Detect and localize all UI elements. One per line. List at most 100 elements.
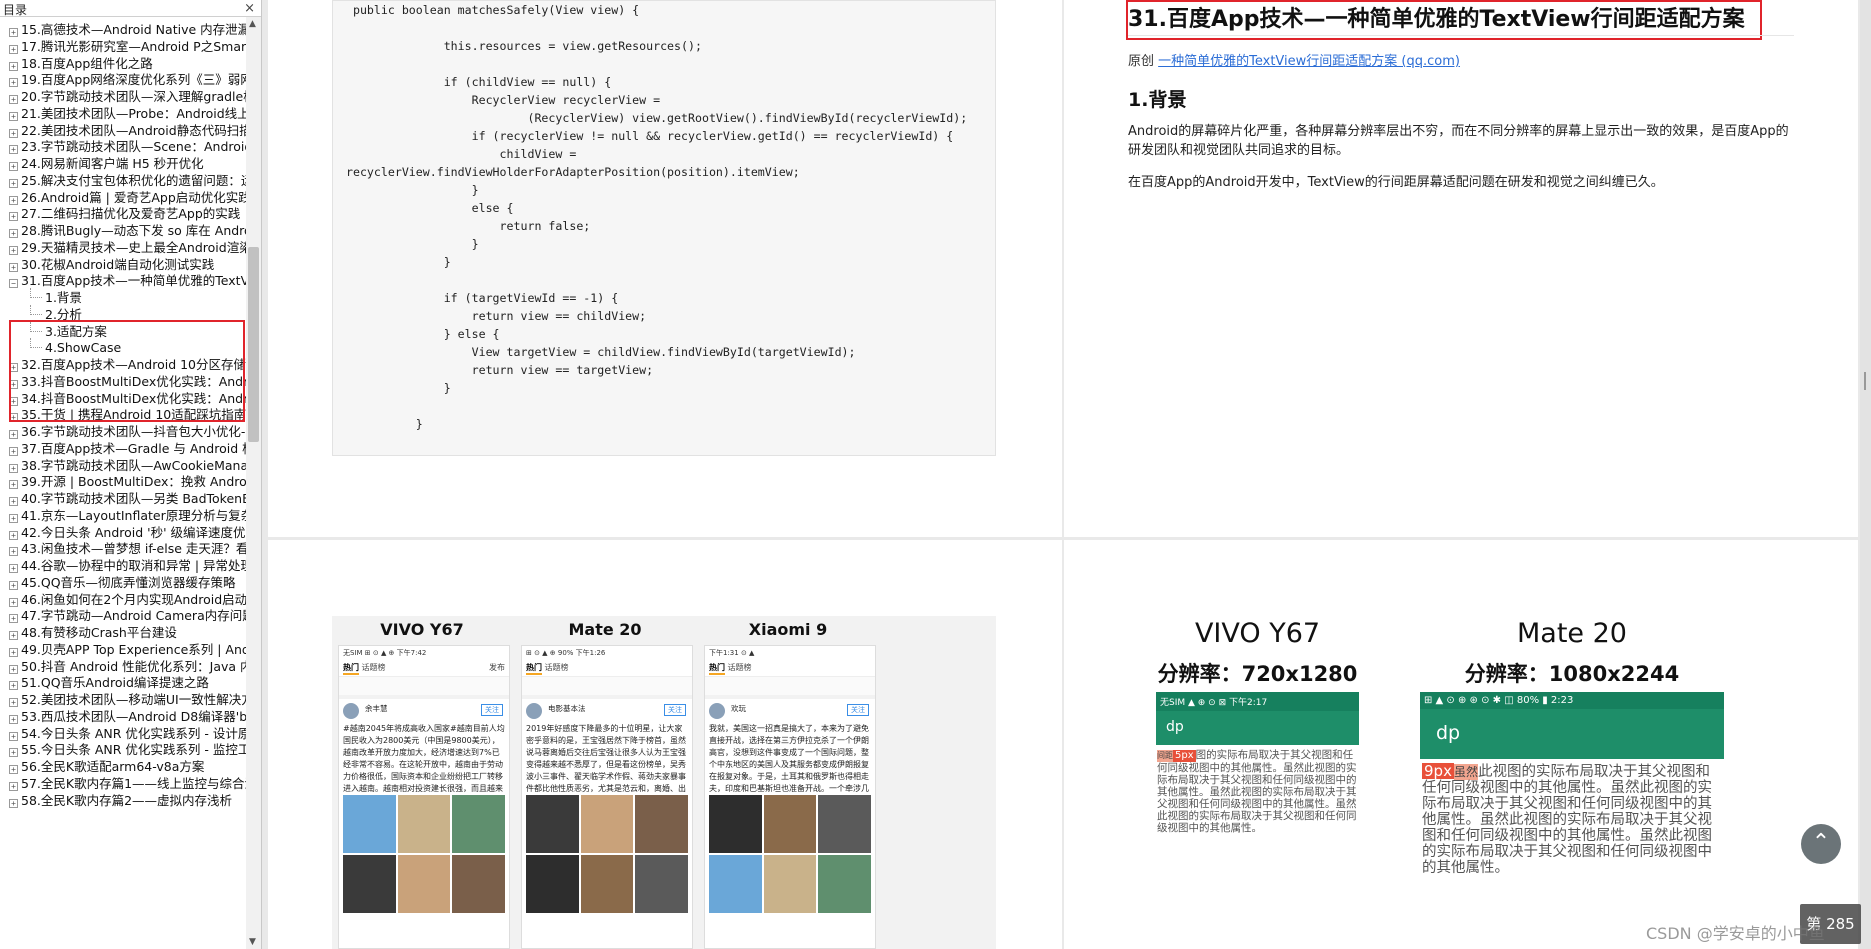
expand-icon[interactable]: + bbox=[9, 530, 18, 540]
original-label: 原创 bbox=[1128, 54, 1159, 69]
toc-item-label: 31.百度App技术—一种简单优雅的TextV bbox=[21, 273, 246, 289]
expand-icon[interactable]: + bbox=[9, 781, 18, 791]
expand-icon[interactable]: − bbox=[9, 279, 18, 289]
code-line: } bbox=[339, 255, 451, 269]
toc-item-label: 41.京东—LayoutInflater原理分析与复杂 bbox=[21, 507, 246, 523]
code-line: } else { bbox=[339, 327, 500, 341]
expand-icon[interactable]: + bbox=[9, 128, 18, 138]
code-line: View targetView = childView.findViewById… bbox=[339, 345, 856, 359]
toc-item-label: 21.美团技术团队—Probe：Android线上 bbox=[21, 105, 246, 121]
expand-icon[interactable]: + bbox=[9, 463, 18, 473]
expand-icon[interactable]: + bbox=[9, 513, 18, 523]
avatar bbox=[709, 703, 725, 719]
phone-action-bar bbox=[705, 677, 875, 699]
expand-icon[interactable]: + bbox=[9, 262, 18, 272]
expand-icon[interactable]: + bbox=[9, 44, 18, 54]
expand-icon[interactable]: + bbox=[9, 446, 18, 456]
expand-icon[interactable]: + bbox=[9, 681, 18, 691]
expand-icon[interactable]: + bbox=[9, 61, 18, 71]
expand-icon[interactable]: + bbox=[9, 212, 18, 222]
phone-tab: 热门 bbox=[343, 663, 359, 675]
expand-icon[interactable]: + bbox=[9, 614, 18, 624]
toc-item-label: 35.干货 | 携程Android 10适配踩坑指南 bbox=[21, 407, 246, 423]
toc-subitem-label: 3.适配方案 bbox=[45, 323, 107, 339]
toc-item-label: 42.今日头条 Android '秒' 级编译速度优化 bbox=[21, 524, 246, 540]
toc-item-label: 53.西瓜技术团队—Android D8编译器'b bbox=[21, 708, 246, 724]
toc-scrollbar-thumb[interactable] bbox=[248, 247, 259, 442]
code-line: if (targetViewId == -1) { bbox=[339, 291, 619, 305]
expand-icon[interactable]: + bbox=[9, 111, 18, 121]
phone-post-text: 2019年好感度下降最多的十位明星，让大家密乎意料的是，王宝强居然下降于榜首，虽… bbox=[526, 724, 686, 793]
expand-icon[interactable]: + bbox=[9, 731, 18, 741]
follow-button: 关注 bbox=[847, 704, 869, 716]
device-resolution: 分辨率：1080x2244 bbox=[1464, 662, 1680, 686]
expand-icon[interactable]: + bbox=[9, 497, 18, 506]
code-line: else { bbox=[339, 201, 514, 215]
page-dp-comparison: VIVO Y67 分辨率：720x1280 无SIM ▲ ⊕ ⊙ ⊠ 下午2:17 d… bbox=[1064, 540, 1858, 949]
scroll-down-icon[interactable]: ▼ bbox=[249, 937, 256, 947]
toc-scrollbar[interactable]: ▲ ▼ bbox=[246, 17, 261, 949]
device-toolbar: dp bbox=[1420, 709, 1724, 759]
toc-item-label: 46.闲鱼如何在2个月内实现Android启动 bbox=[21, 591, 246, 607]
expand-icon[interactable]: + bbox=[9, 413, 18, 423]
right-scrollbar-track[interactable] bbox=[1860, 0, 1871, 949]
code-line: if (childView == null) { bbox=[339, 75, 612, 89]
post-image bbox=[580, 855, 634, 913]
device-screenshot: ⊞ ▲ ⊙ ⊕ ⊛ ⊙ ✱ ◫ 80% ▮ 2:23 dp 9px 虽然此视图的实际布… bbox=[1420, 692, 1724, 949]
expand-icon[interactable]: + bbox=[9, 78, 18, 88]
post-image bbox=[763, 855, 817, 913]
expand-icon[interactable]: + bbox=[9, 714, 18, 724]
expand-icon[interactable]: + bbox=[9, 195, 18, 205]
expand-icon[interactable]: + bbox=[9, 396, 18, 406]
close-icon[interactable]: × bbox=[244, 1, 255, 16]
original-link[interactable]: 一种简单优雅的TextView行间距适配方案 (qq.com) bbox=[1158, 54, 1460, 69]
expand-icon[interactable]: + bbox=[9, 698, 18, 707]
title-highlight-box bbox=[1126, 0, 1762, 40]
tree-branch-icon bbox=[30, 338, 42, 349]
phone-tabs: 热门 话题榜 bbox=[522, 659, 692, 677]
toc-item-label: 20.字节跳动技术团队—深入理解gradle框 bbox=[21, 89, 246, 104]
expand-icon[interactable]: + bbox=[9, 229, 18, 238]
phone-post-images bbox=[705, 795, 875, 853]
tree-branch-icon bbox=[30, 288, 42, 298]
toc-item[interactable]: +58.全民K歌内存篇2——虚拟内存浅析 bbox=[0, 791, 246, 811]
code-line: public boolean matchesSafely(View view) … bbox=[339, 3, 640, 17]
expand-icon[interactable]: + bbox=[9, 95, 18, 104]
scroll-up-icon[interactable]: ▲ bbox=[249, 19, 256, 29]
expand-icon[interactable]: + bbox=[9, 430, 18, 439]
expand-icon[interactable]: + bbox=[9, 162, 18, 171]
phone-post-images bbox=[705, 855, 875, 913]
expand-icon[interactable]: + bbox=[9, 798, 18, 808]
phone-user-name: 电影基本法 bbox=[548, 704, 586, 713]
expand-icon[interactable]: + bbox=[9, 580, 18, 590]
phone-post-text: #越南2045年将成高收入国家#越南目前人均国民收入为2800美元（中国是980… bbox=[343, 724, 505, 793]
expand-icon[interactable]: + bbox=[9, 631, 18, 640]
toc-item-label: 26.Android篇 | 爱奇艺App启动优化实践 bbox=[21, 189, 246, 205]
back-to-top-button[interactable]: ⌃ bbox=[1801, 824, 1841, 864]
expand-icon[interactable]: + bbox=[9, 480, 18, 490]
expand-icon[interactable]: + bbox=[9, 564, 18, 573]
expand-icon[interactable]: + bbox=[9, 765, 18, 774]
expand-icon[interactable]: + bbox=[9, 178, 18, 188]
expand-icon[interactable]: + bbox=[9, 28, 18, 37]
toc-item-label: 56.全民K歌适配arm64-v8a方案 bbox=[21, 759, 205, 774]
expand-icon[interactable]: + bbox=[9, 379, 18, 389]
post-image bbox=[526, 855, 579, 913]
expand-icon[interactable]: + bbox=[9, 664, 18, 674]
phone-screenshot: ⊞ ⊙ ▲ ⊕ 90% 下午1:26 热门 话题榜 电影基本法 关注 2019年好感度下… bbox=[521, 645, 693, 949]
toc-subitem-label: 2.分析 bbox=[45, 306, 82, 322]
expand-icon[interactable]: + bbox=[9, 363, 18, 372]
expand-icon[interactable]: + bbox=[9, 245, 18, 255]
phone-status-bar: 下午1:31 ⊙ ▲ bbox=[709, 649, 755, 657]
phone-user-row: 余丰慧 关注 bbox=[339, 699, 509, 721]
expand-icon[interactable]: + bbox=[9, 597, 18, 607]
expand-icon[interactable]: + bbox=[9, 647, 18, 657]
expand-icon[interactable]: + bbox=[9, 748, 18, 758]
expand-icon[interactable]: + bbox=[9, 145, 18, 155]
code-line: } bbox=[339, 183, 479, 197]
expand-icon[interactable]: + bbox=[9, 547, 18, 557]
code-line: childView = bbox=[339, 147, 577, 161]
page-code: public boolean matchesSafely(View view) … bbox=[268, 0, 1062, 537]
